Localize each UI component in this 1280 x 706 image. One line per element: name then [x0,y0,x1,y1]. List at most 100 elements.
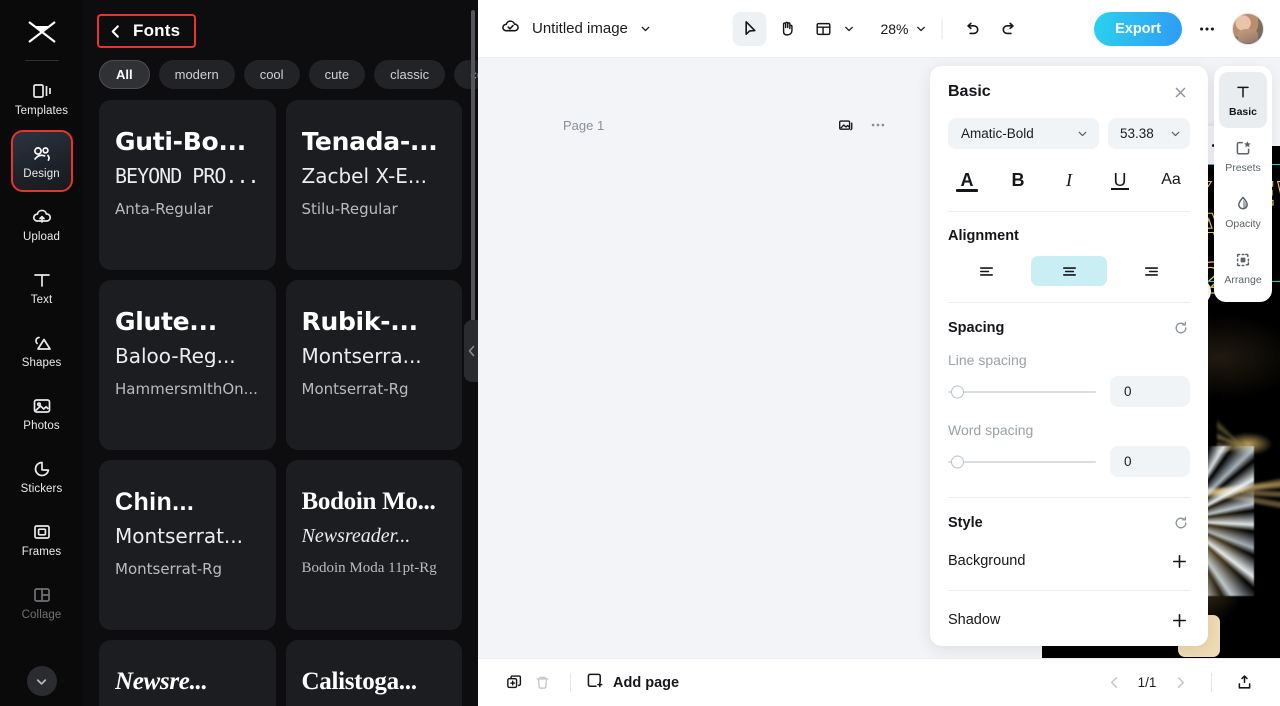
add-page-button[interactable]: Add page [585,671,679,695]
add-page-label: Add page [613,674,680,691]
tab-opacity[interactable]: Opacity [1219,184,1267,240]
font-card-line3: Bodoin Moda 11pt-Rg [301,560,437,577]
spacing-reset-button[interactable] [1172,319,1190,337]
word-spacing-slider[interactable] [948,454,1096,470]
text-color-button[interactable]: A [950,165,984,195]
tab-label: Presets [1225,162,1261,174]
font-card[interactable]: Bodoin Mo... Newsreader... Bodoin Moda 1… [285,460,462,630]
frames-icon [31,521,53,543]
delete-page-button[interactable] [528,669,556,697]
zoom-level: 28% [880,20,909,37]
font-card[interactable]: Guti-Bo... BEYOND PRO... Anta-Regular [99,100,276,270]
font-family-select[interactable]: Amatic-Bold [948,118,1099,149]
export-button[interactable]: Export [1094,11,1182,46]
select-tool-button[interactable] [732,11,767,46]
tab-basic[interactable]: Basic [1219,72,1267,128]
align-right-button[interactable] [1113,256,1190,286]
sidebar-item-text[interactable]: Text [13,258,71,316]
undo-button[interactable] [955,12,989,46]
tab-presets[interactable]: Presets [1219,128,1267,184]
plus-icon [1172,613,1186,627]
sidebar-item-label: Text [30,293,53,306]
font-card[interactable]: Calistoga... [285,640,462,706]
background-row[interactable]: Background [948,550,1190,572]
document-name-dropdown[interactable]: Untitled image [500,16,652,42]
font-card[interactable]: Tenada-... Zacbel X-E... Stilu-Regular [285,100,462,270]
page-label: Page 1 [563,118,605,133]
layout-tool-button[interactable] [807,12,841,46]
fonts-panel-header: Fonts [83,0,478,48]
chip-cool[interactable]: cool [243,59,300,89]
shadow-row[interactable]: Shadow [948,609,1190,631]
panel-collapse-handle[interactable] [464,320,478,382]
align-left-button[interactable] [948,256,1025,286]
sidebar-item-collage[interactable]: Collage [13,573,71,631]
more-options-button[interactable] [1194,16,1220,42]
slider-knob[interactable] [951,385,964,398]
line-spacing-slider[interactable] [948,384,1096,400]
sidebar-item-stickers[interactable]: Stickers [13,447,71,505]
text-t-icon [1237,86,1249,98]
page-more-icon[interactable] [869,116,887,134]
font-card-line2: BEYOND PRO... [115,165,260,188]
font-size-value: 53.38 [1120,126,1154,141]
redo-button[interactable] [992,12,1026,46]
properties-title: Basic [948,83,991,100]
style-reset-button[interactable] [1172,514,1190,532]
line-spacing-input[interactable]: 0 [1110,376,1190,407]
properties-tab-rail: Basic Presets Opacity Arrange [1214,66,1272,302]
chevron-left-icon[interactable] [109,24,122,39]
sidebar-item-photos[interactable]: Photos [13,384,71,442]
background-add-button[interactable] [1168,550,1190,572]
sidebar-item-templates[interactable]: Templates [13,69,71,127]
tool-cluster: 28% [732,11,1026,46]
spacing-section-header: Spacing [948,319,1190,337]
chip-classic[interactable]: classic [374,59,446,89]
underline-button[interactable]: U [1103,165,1137,195]
bold-button[interactable]: B [1001,165,1035,195]
hand-tool-button[interactable] [770,12,804,46]
shadow-add-button[interactable] [1168,609,1190,631]
font-card-line1: Tenada-... [301,128,438,156]
zoom-dropdown[interactable]: 28% [877,21,930,37]
duplicate-page-button[interactable] [500,669,528,697]
slider-knob[interactable] [951,455,964,468]
page-tools [837,116,887,134]
word-spacing-input[interactable]: 0 [1110,446,1190,477]
divider [948,211,1190,212]
font-card[interactable]: Newsre... [99,640,276,706]
page-title: Fonts [133,21,181,40]
font-card[interactable]: Chin... Montserrat... Montserrat-Rg [99,460,276,630]
collage-icon [31,584,53,606]
image-stack-icon[interactable] [837,116,855,134]
sidebar-item-design[interactable]: Design [10,130,73,192]
font-size-select[interactable]: 53.38 [1108,118,1190,149]
document-name: Untitled image [532,20,628,37]
fonts-back-area[interactable]: Fonts [97,14,197,48]
sidebar-collapse-button[interactable] [26,666,57,696]
text-case-button[interactable]: Aa [1154,165,1188,195]
font-card[interactable]: Rubik-... Montserra... Montserrat-Rg [285,280,462,450]
sidebar-item-upload[interactable]: Upload [13,195,71,253]
sidebar-item-frames[interactable]: Frames [13,510,71,568]
capcut-logo-icon[interactable] [20,10,64,54]
layout-tool-dropdown[interactable] [807,12,858,46]
panel-scrollbar[interactable] [471,10,475,330]
sidebar-item-shapes[interactable]: Shapes [13,321,71,379]
chip-all[interactable]: All [99,59,150,89]
font-card[interactable]: Glute... Baloo-Reg... HammersmIthOn... [99,280,276,450]
italic-button[interactable]: I [1052,165,1086,195]
avatar[interactable] [1232,12,1264,45]
top-toolbar: Untitled image 28% Export [478,0,1280,58]
chip-cute[interactable]: cute [308,59,366,89]
sidebar-item-label: Templates [14,104,69,117]
font-card-line1: Calistoga... [301,668,417,695]
chevron-down-icon [641,26,650,32]
chip-modern[interactable]: modern [158,59,235,89]
tab-arrange[interactable]: Arrange [1219,240,1267,296]
line-spacing-row: 0 [948,376,1190,407]
close-icon[interactable] [1170,82,1190,102]
align-center-button[interactable] [1030,256,1108,286]
font-card-line3: Anta-Regular [115,200,213,219]
font-card-grid: Guti-Bo... BEYOND PRO... Anta-Regular Te… [83,92,478,706]
